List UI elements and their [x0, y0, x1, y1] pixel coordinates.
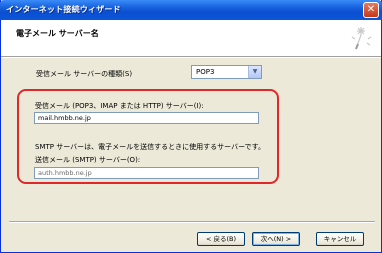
cancel-button[interactable]: キャンセル [316, 232, 364, 246]
next-button[interactable]: 次へ(N) > [252, 232, 300, 246]
server-type-label: 受信メール サーバーの種類(S) [36, 70, 133, 78]
smtp-description: SMTP サーバーは、電子メールを送信するときに使用するサーバーです。 [35, 143, 265, 151]
incoming-server-label: 受信メール (POP3、IMAP または HTTP) サーバー(I): [35, 102, 204, 110]
wizard-window: インターネット接続ウィザード ✕ 電子メール サーバー名 受信メール サーバーの… [0, 0, 382, 253]
outgoing-server-input[interactable] [34, 167, 259, 179]
server-type-select[interactable]: POP3 ▼ [191, 65, 262, 79]
close-button[interactable]: ✕ [363, 2, 379, 18]
incoming-server-input[interactable] [34, 112, 259, 124]
back-button[interactable]: < 戻る(B) [197, 232, 245, 246]
page-title: 電子メール サーバー名 [16, 29, 99, 38]
outgoing-server-label: 送信メール (SMTP) サーバー(O): [35, 156, 141, 164]
header-divider [1, 57, 381, 58]
wizard-header: 電子メール サーバー名 [1, 20, 381, 57]
wizard-sparkle-icon [351, 27, 372, 50]
server-type-value: POP3 [196, 68, 215, 76]
window-title: インターネット接続ウィザード [6, 5, 121, 14]
close-icon: ✕ [366, 4, 376, 15]
footer-divider [9, 221, 375, 223]
title-bar[interactable]: インターネット接続ウィザード ✕ [0, 0, 382, 20]
chevron-down-icon[interactable]: ▼ [248, 66, 261, 78]
